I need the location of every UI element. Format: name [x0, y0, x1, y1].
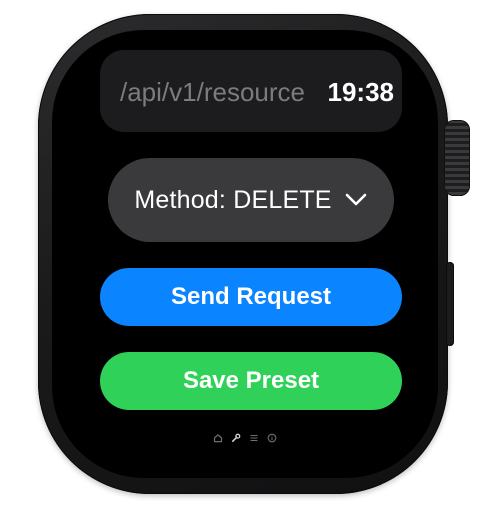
- save-preset-button[interactable]: Save Preset: [100, 352, 402, 410]
- list-icon[interactable]: [248, 432, 260, 444]
- chevron-down-icon: [345, 193, 366, 206]
- digital-crown[interactable]: [444, 120, 470, 196]
- home-icon[interactable]: [212, 432, 224, 444]
- save-preset-label: Save Preset: [182, 367, 320, 394]
- wrench-icon[interactable]: [230, 432, 242, 444]
- side-button[interactable]: [446, 262, 454, 346]
- info-icon[interactable]: [266, 432, 278, 444]
- send-request-button[interactable]: Send Request: [100, 268, 402, 326]
- clock-time: 19:38: [327, 77, 395, 107]
- page-indicator: [52, 432, 438, 444]
- method-picker-label: Method: DELETE: [134, 186, 332, 214]
- method-picker[interactable]: Method: DELETE: [108, 158, 394, 242]
- watch-frame: /api/v1/resource 19:38 Method: DELETE Se…: [0, 0, 492, 508]
- watch-screen: /api/v1/resource 19:38 Method: DELETE Se…: [52, 30, 438, 478]
- endpoint-path: /api/v1/resource: [120, 77, 305, 107]
- send-request-label: Send Request: [170, 283, 332, 310]
- header-bar: /api/v1/resource 19:38: [100, 50, 402, 132]
